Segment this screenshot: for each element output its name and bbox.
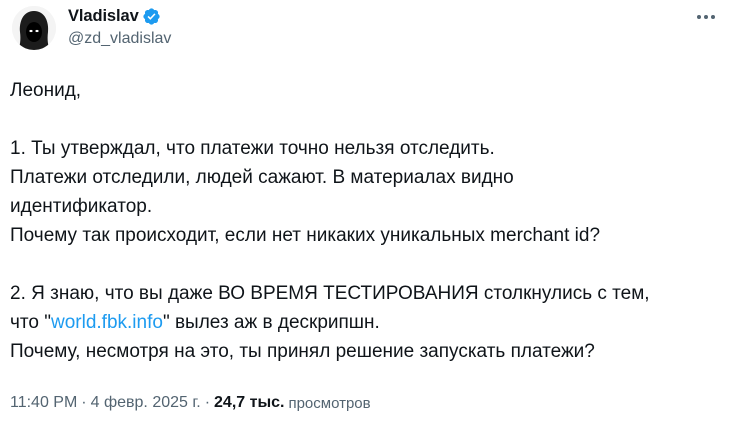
- link-suffix-text: " вылез аж в дескрипшн.: [162, 312, 380, 333]
- tweet-meta: 11:40 PM · 4 февр. 2025 г. · 24,7 тыс. п…: [10, 394, 371, 412]
- tweet-greeting: Леонид,: [10, 80, 82, 101]
- meta-separator: ·: [81, 394, 87, 411]
- tweet-text: Леонид, 1. Ты утверждал, что платежи точ…: [10, 76, 720, 366]
- meta-separator: ·: [204, 394, 211, 411]
- tweet-line: идентификатор.: [10, 196, 153, 217]
- tweet-line: 1. Ты утверждал, что платежи точно нельз…: [10, 138, 495, 159]
- author-name-row: Vladislav: [68, 5, 171, 27]
- tweet-line: Почему так происходит, если нет никаких …: [10, 225, 601, 246]
- author-handle[interactable]: @zd_vladislav: [68, 30, 171, 48]
- more-dot: [697, 15, 701, 19]
- views-count[interactable]: 24,7 тыс.: [214, 394, 284, 412]
- tweet-header: Vladislav @zd_vladislav: [0, 0, 732, 60]
- tweet-line: 2. Я знаю, что вы даже ВО ВРЕМЯ ТЕСТИРОВ…: [10, 283, 650, 304]
- views-label: просмотров: [288, 394, 371, 412]
- more-dot: [711, 15, 715, 19]
- tweet-line: Почему, несмотря на это, ты принял решен…: [10, 341, 595, 362]
- tweet-line-with-link: что "world.fbk.info" вылез аж в дескрипш…: [10, 308, 720, 337]
- avatar-image: [12, 6, 56, 50]
- hooded-figure-avatar[interactable]: [12, 6, 56, 50]
- verified-badge-icon[interactable]: [142, 7, 161, 26]
- author-display-name[interactable]: Vladislav: [68, 7, 139, 26]
- tweet-link[interactable]: world.fbk.info: [51, 312, 163, 333]
- link-prefix-text: что ": [10, 312, 51, 333]
- tweet-line: Платежи отследили, людей сажают. В матер…: [10, 167, 514, 188]
- tweet-date[interactable]: 4 февр. 2025 г.: [91, 394, 201, 412]
- more-horizontal-icon[interactable]: [692, 6, 720, 28]
- more-dot: [704, 15, 708, 19]
- author-info: Vladislav @zd_vladislav: [68, 5, 171, 48]
- tweet-time[interactable]: 11:40 PM: [10, 394, 77, 412]
